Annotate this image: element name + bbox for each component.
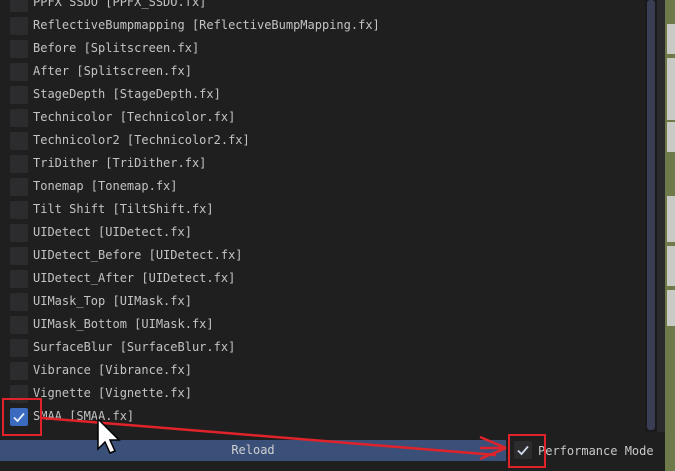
- effect-list-item[interactable]: TriDither [TriDither.fx]: [0, 153, 645, 176]
- effect-checkbox[interactable]: [10, 0, 28, 12]
- effect-label: StageDepth [StageDepth.fx]: [33, 87, 221, 101]
- effect-checkbox[interactable]: [10, 109, 28, 127]
- effect-list-item[interactable]: UIDetect_Before [UIDetect.fx]: [0, 245, 645, 268]
- effect-checkbox[interactable]: [10, 270, 28, 288]
- effect-checkbox[interactable]: [10, 339, 28, 357]
- effect-label: Tilt Shift [TiltShift.fx]: [33, 202, 214, 216]
- scrollbar[interactable]: [645, 0, 657, 432]
- annotation-highlight-performance-mode: [508, 434, 546, 468]
- effect-list-item[interactable]: SurfaceBlur [SurfaceBlur.fx]: [0, 337, 645, 360]
- effect-label: Technicolor2 [Technicolor2.fx]: [33, 133, 250, 147]
- effect-label: UIDetect_Before [UIDetect.fx]: [33, 248, 243, 262]
- effect-label: ReflectiveBumpmapping [ReflectiveBumpMap…: [33, 18, 380, 32]
- background-panel: [667, 24, 675, 54]
- scrollbar-thumb[interactable]: [647, 0, 655, 430]
- effect-label: PPFX SSDO [PPFX_SSDO.fx]: [33, 0, 207, 9]
- effect-checkbox[interactable]: [10, 17, 28, 35]
- effect-checkbox[interactable]: [10, 132, 28, 150]
- effect-label: SMAA [SMAA.fx]: [33, 409, 135, 423]
- performance-mode-label: Performance Mode: [538, 444, 654, 458]
- effect-label: UIDetect_After [UIDetect.fx]: [33, 271, 236, 285]
- background-panel: [667, 246, 675, 286]
- effect-checkbox[interactable]: [10, 86, 28, 104]
- effect-label: SurfaceBlur [SurfaceBlur.fx]: [33, 340, 236, 354]
- effect-checkbox[interactable]: [10, 224, 28, 242]
- effect-checkbox[interactable]: [10, 155, 28, 173]
- effect-list-item[interactable]: UIMask_Top [UIMask.fx]: [0, 291, 645, 314]
- effect-list-item[interactable]: After [Splitscreen.fx]: [0, 61, 645, 84]
- background-panel: [667, 196, 675, 242]
- effect-checkbox[interactable]: [10, 362, 28, 380]
- effect-label: Technicolor [Technicolor.fx]: [33, 110, 236, 124]
- effect-list-item[interactable]: UIDetect_After [UIDetect.fx]: [0, 268, 645, 291]
- effect-checkbox[interactable]: [10, 201, 28, 219]
- effect-list-item[interactable]: Tonemap [Tonemap.fx]: [0, 176, 645, 199]
- effect-list-item[interactable]: Vibrance [Vibrance.fx]: [0, 360, 645, 383]
- effect-checkbox[interactable]: [10, 63, 28, 81]
- window-border: [657, 0, 665, 471]
- effect-list-item[interactable]: Before [Splitscreen.fx]: [0, 38, 645, 61]
- effect-label: Vignette [Vignette.fx]: [33, 386, 192, 400]
- effect-list-item[interactable]: StageDepth [StageDepth.fx]: [0, 84, 645, 107]
- reload-button[interactable]: Reload: [0, 440, 506, 461]
- effect-checkbox[interactable]: [10, 247, 28, 265]
- effect-list-item[interactable]: PPFX SSDO [PPFX_SSDO.fx]: [0, 0, 645, 15]
- effect-list-item[interactable]: UIMask_Bottom [UIMask.fx]: [0, 314, 645, 337]
- background-panel: [667, 290, 675, 326]
- effect-list-item[interactable]: Vignette [Vignette.fx]: [0, 383, 645, 406]
- effect-list-item[interactable]: UIDetect [UIDetect.fx]: [0, 222, 645, 245]
- effect-label: UIDetect [UIDetect.fx]: [33, 225, 192, 239]
- effect-list-item[interactable]: Technicolor2 [Technicolor2.fx]: [0, 130, 645, 153]
- effect-label: After [Splitscreen.fx]: [33, 64, 192, 78]
- effect-list-item[interactable]: Tilt Shift [TiltShift.fx]: [0, 199, 645, 222]
- effect-label: Tonemap [Tonemap.fx]: [33, 179, 178, 193]
- effect-checkbox[interactable]: [10, 316, 28, 334]
- effect-label: TriDither [TriDither.fx]: [33, 156, 207, 170]
- effect-list-item[interactable]: Technicolor [Technicolor.fx]: [0, 107, 645, 130]
- annotation-highlight-smaa: [2, 398, 42, 436]
- effect-checkbox[interactable]: [10, 293, 28, 311]
- effect-checkbox[interactable]: [10, 178, 28, 196]
- effect-list-item[interactable]: ReflectiveBumpmapping [ReflectiveBumpMap…: [0, 15, 645, 38]
- reshade-effects-window: PPFX SSDO [PPFX_SSDO.fx] ReflectiveBumpma…: [0, 0, 665, 471]
- effect-checkbox[interactable]: [10, 40, 28, 58]
- background-panel: [667, 58, 675, 120]
- effect-label: Before [Splitscreen.fx]: [33, 41, 200, 55]
- effect-label: Vibrance [Vibrance.fx]: [33, 363, 192, 377]
- effect-label: UIMask_Top [UIMask.fx]: [33, 294, 192, 308]
- effect-label: UIMask_Bottom [UIMask.fx]: [33, 317, 214, 331]
- background-panel: [667, 122, 675, 152]
- effects-list: PPFX SSDO [PPFX_SSDO.fx] ReflectiveBumpma…: [0, 0, 645, 432]
- effect-list-item[interactable]: SMAA [SMAA.fx]: [0, 406, 645, 429]
